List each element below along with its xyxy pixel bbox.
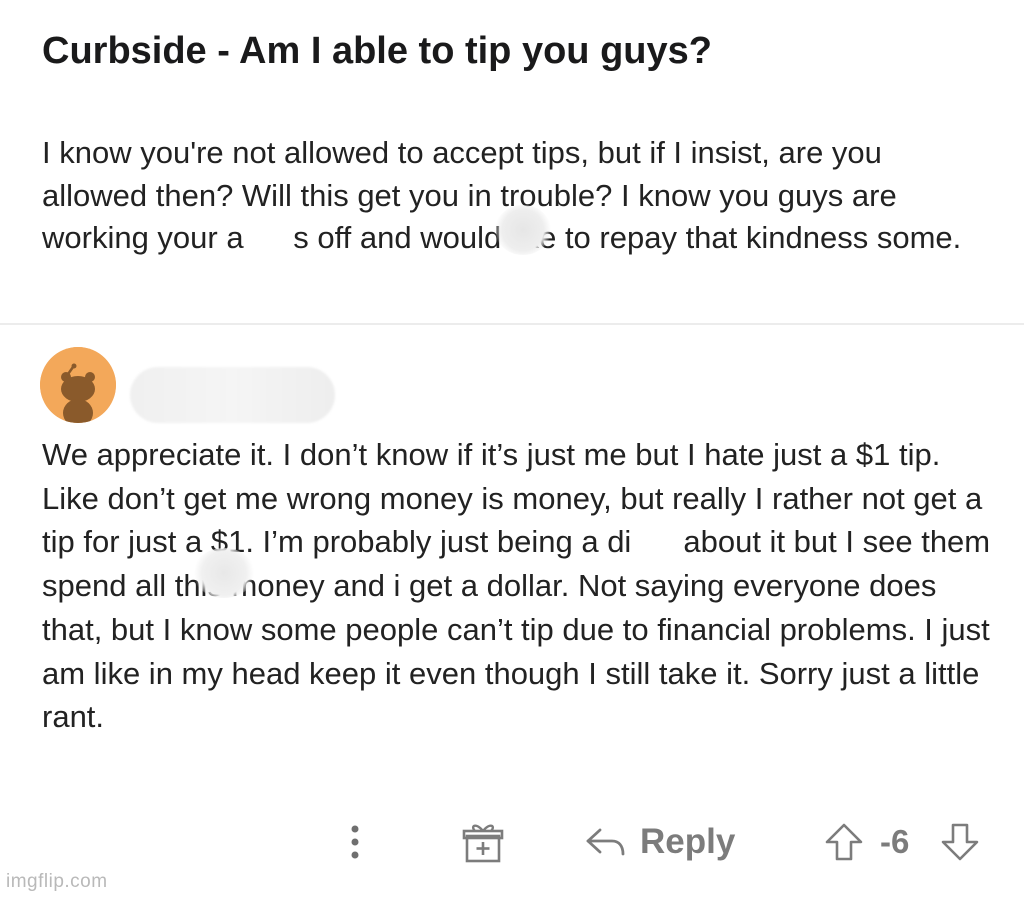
post-title[interactable]: Curbside - Am I able to tip you guys? [42, 28, 1002, 74]
more-vertical-icon[interactable] [340, 820, 370, 864]
avatar[interactable] [40, 347, 116, 423]
comment-body: We appreciate it. I don’t know if it’s j… [42, 437, 991, 735]
post: Curbside - Am I able to tip you guys? I … [0, 0, 1024, 325]
reply-label: Reply [640, 822, 736, 861]
watermark: imgflip.com [6, 871, 108, 892]
downvote-arrow-icon[interactable] [938, 818, 982, 866]
snoo-avatar-icon [40, 347, 116, 423]
vote-count: -6 [880, 823, 910, 860]
reply-arrow-icon [586, 828, 625, 856]
gift-icon[interactable] [458, 818, 508, 866]
username-redacted[interactable] [130, 367, 335, 423]
reply-button[interactable]: Reply [584, 818, 735, 866]
upvote-arrow-icon[interactable] [822, 818, 866, 866]
redaction-blur [193, 548, 255, 598]
comment-actions: Reply -6 [0, 812, 1024, 872]
redaction-blur [495, 205, 551, 255]
